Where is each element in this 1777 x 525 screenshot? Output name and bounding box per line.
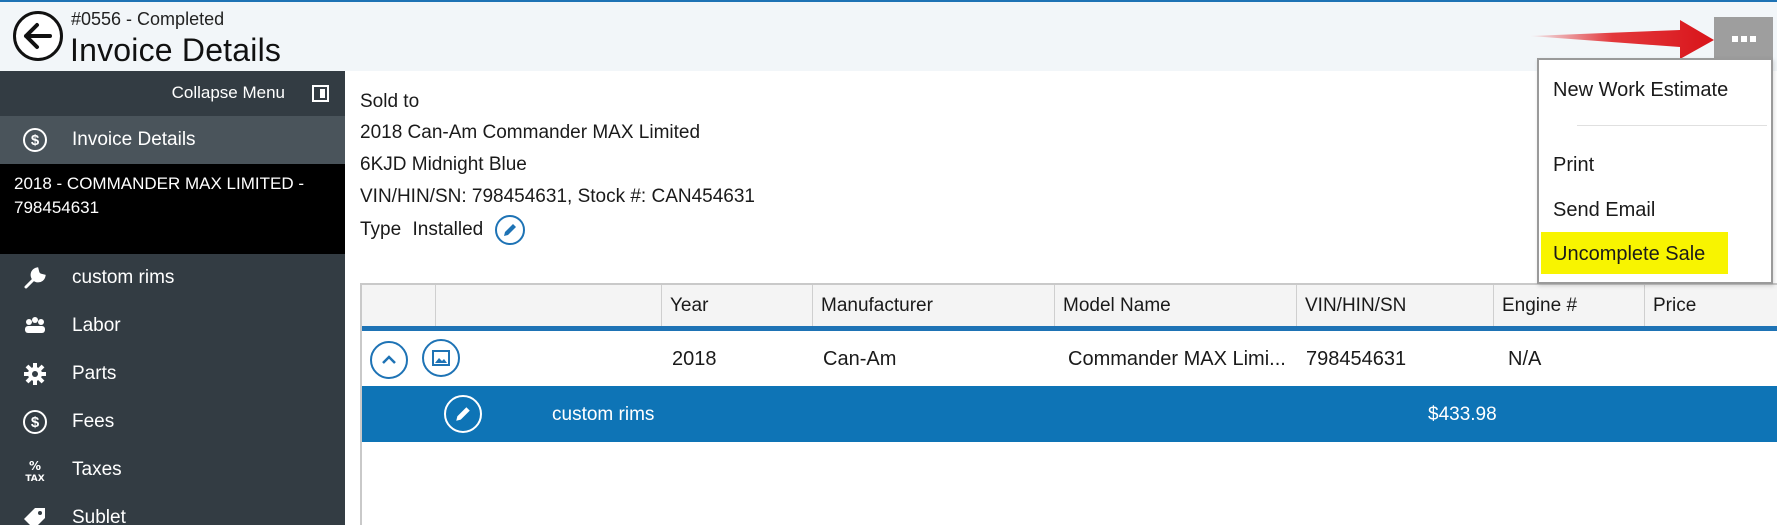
invoice-status: #0556 - Completed [71,9,225,29]
sidebar-item-invoice-details[interactable]: $ Invoice Details [0,116,345,164]
table-header: Year Manufacturer Model Name VIN/HIN/SN … [362,285,1777,331]
chevron-up-icon [382,355,396,364]
svg-text:TAX: TAX [25,474,44,483]
column-model-name[interactable]: Model Name [1055,285,1297,326]
collapse-menu-button[interactable]: Collapse Menu [0,71,345,116]
sidebar-item-label: Parts [72,363,117,384]
gear-icon [22,361,48,387]
header-bar: #0556 - Completed Invoice Details [0,0,1777,71]
sidebar-item-label: Taxes [72,459,122,480]
sidebar-item-label: Sublet [72,507,126,525]
sidebar: Collapse Menu $ Invoice Details 2018 - C… [0,71,345,525]
column-price[interactable]: Price [1645,285,1777,326]
menu-item-print[interactable]: Print [1553,154,1594,177]
image-button[interactable] [422,339,460,377]
table-row[interactable]: 2018 Can-Am Commander MAX Limi... 798454… [362,331,1777,386]
page-title: Invoice Details [70,32,282,68]
type-row: Type Installed [360,215,525,245]
pencil-icon [503,224,516,236]
vehicle-color: 6KJD Midnight Blue [360,154,527,175]
more-options-menu: New Work Estimate Print Send Email Uncom… [1537,58,1773,284]
cell-model: Commander MAX Limi... [1068,348,1286,370]
column-vin[interactable]: VIN/HIN/SN [1297,285,1494,326]
menu-item-uncomplete-sale[interactable]: Uncomplete Sale [1553,243,1705,266]
menu-divider [1577,125,1767,126]
tax-icon: % TAX [22,457,48,483]
arrow-left-icon [24,23,52,49]
vehicle-table: Year Manufacturer Model Name VIN/HIN/SN … [360,283,1777,525]
edit-type-button[interactable] [494,215,525,245]
column-year[interactable]: Year [662,285,813,326]
sidebar-item-fees[interactable]: $ Fees [0,398,345,446]
subrow-amount: $433.98 [1428,404,1497,425]
sidebar-item-sublet[interactable]: Sublet [0,494,345,525]
back-button[interactable] [13,11,63,61]
wrench-icon [22,265,48,291]
sidebar-item-label: Fees [72,411,115,432]
sold-to-label: Sold to [360,91,420,112]
collapse-menu-label: Collapse Menu [171,83,285,102]
column-engine[interactable]: Engine # [1494,285,1645,326]
cell-vin: 798454631 [1306,348,1407,370]
sidebar-item-custom-rims[interactable]: custom rims [0,254,345,302]
menu-item-new-work-estimate[interactable]: New Work Estimate [1553,79,1728,102]
sidebar-item-label: Invoice Details [72,129,196,150]
sidebar-item-labor[interactable]: Labor [0,302,345,350]
sidebar-item-label: custom rims [72,267,175,288]
type-value: Installed [412,219,484,241]
subrow-label: custom rims [552,404,655,425]
ellipsis-icon [1731,35,1738,42]
tag-icon [22,505,48,525]
dollar-coin-icon: $ [22,409,48,435]
menu-item-send-email[interactable]: Send Email [1553,199,1655,222]
sidebar-item-taxes[interactable]: % TAX Taxes [0,446,345,494]
vehicle-name: 2018 Can-Am Commander MAX Limited [360,122,701,143]
dollar-coin-icon: $ [22,127,48,153]
sidebar-vehicle-header: 2018 - COMMANDER MAX LIMITED - 798454631 [0,164,345,254]
svg-text:%: % [29,459,41,473]
annotation-arrow-icon [1530,20,1714,59]
table-subrow[interactable]: custom rims $433.98 [362,386,1777,442]
collapse-row-button[interactable] [370,341,408,379]
image-icon [432,350,450,366]
vin-stock: VIN/HIN/SN: 798454631, Stock #: CAN45463… [360,186,756,207]
cell-engine: N/A [1508,348,1542,370]
cell-year: 2018 [672,348,717,370]
pencil-icon [456,407,470,421]
type-label: Type [360,219,402,241]
sidebar-item-parts[interactable]: Parts [0,350,345,398]
column-manufacturer[interactable]: Manufacturer [813,285,1055,326]
sidebar-item-label: Labor [72,315,121,336]
edit-subrow-button[interactable] [444,395,482,433]
cell-manufacturer: Can-Am [823,348,897,370]
workers-icon [22,313,48,339]
collapse-panel-icon [312,85,329,102]
more-options-button[interactable] [1714,17,1773,60]
